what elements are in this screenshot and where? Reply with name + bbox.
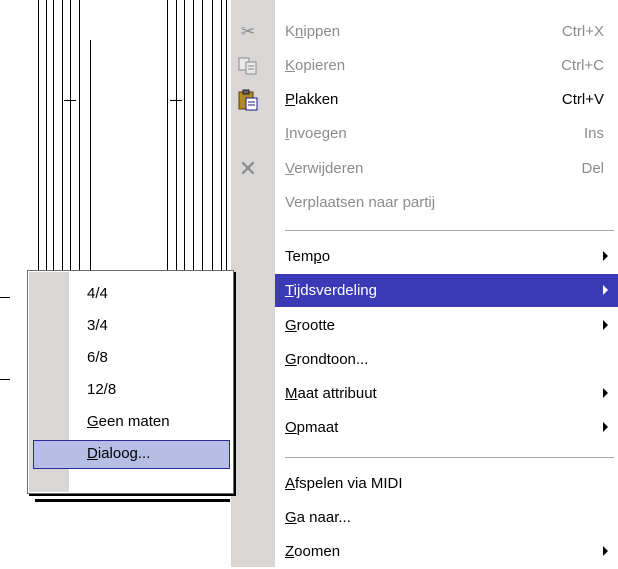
menu-item-verwijderen[interactable]: ✕ Verwijderen Del	[231, 152, 618, 186]
shortcut: Ins	[583, 125, 604, 142]
shortcut: Ctrl+C	[561, 57, 604, 74]
shortcut: Ctrl+V	[561, 91, 604, 108]
submenu-arrow-icon	[603, 546, 608, 556]
submenu-item-12-8[interactable]: 12/8	[29, 375, 232, 406]
menu-item-kopieren[interactable]: Kopieren Ctrl+C	[231, 49, 618, 83]
menu-separator	[285, 230, 614, 232]
paste-icon	[236, 89, 260, 111]
submenu-item-4-4[interactable]: 4/4	[29, 279, 232, 310]
copy-icon	[236, 55, 260, 77]
delete-x-icon: ✕	[238, 156, 258, 181]
menu-item-zoomen[interactable]: Zoomen	[231, 535, 618, 569]
menu-item-opmaat[interactable]: Opmaat	[231, 411, 618, 445]
submenu-arrow-icon	[603, 285, 608, 295]
menu-item-tempo[interactable]: Tempo	[231, 240, 618, 274]
tijdsverdeling-submenu: 4/4 3/4 6/8 12/8 Geen maten Dialoog...	[27, 270, 234, 494]
submenu-arrow-icon	[603, 422, 608, 432]
submenu-item-3-4[interactable]: 3/4	[29, 311, 232, 342]
menu-item-ga-naar[interactable]: Ga naar...	[231, 501, 618, 535]
menu-item-knippen[interactable]: ✂ Knippen Ctrl+X	[231, 15, 618, 49]
menu-item-invoegen[interactable]: Invoegen Ins	[231, 117, 618, 151]
scissors-icon: ✂	[240, 22, 256, 41]
submenu-item-geen-maten[interactable]: Geen maten	[29, 407, 232, 438]
menu-separator	[285, 457, 614, 459]
menu-item-grondtoon[interactable]: Grondtoon...	[231, 343, 618, 377]
submenu-item-6-8[interactable]: 6/8	[29, 343, 232, 374]
submenu-arrow-icon	[603, 320, 608, 330]
menu-item-plakken[interactable]: Plakken Ctrl+V	[231, 83, 618, 117]
context-menu: ✂ Knippen Ctrl+X Kopieren Ctrl+C Plakken…	[231, 0, 618, 567]
menu-item-afspelen-midi[interactable]: Afspelen via MIDI	[231, 467, 618, 501]
submenu-item-dialoog[interactable]: Dialoog...	[29, 439, 232, 470]
menu-item-maat-attribuut[interactable]: Maat attribuut	[231, 377, 618, 411]
shortcut: Ctrl+X	[561, 23, 604, 40]
menu-item-grootte[interactable]: Grootte	[231, 309, 618, 343]
shortcut: Del	[581, 160, 604, 177]
submenu-arrow-icon	[603, 388, 608, 398]
menu-item-tijdsverdeling[interactable]: Tijdsverdeling	[231, 274, 618, 307]
submenu-arrow-icon	[603, 251, 608, 261]
menu-item-verplaatsen[interactable]: Verplaatsen naar partij	[231, 186, 618, 220]
